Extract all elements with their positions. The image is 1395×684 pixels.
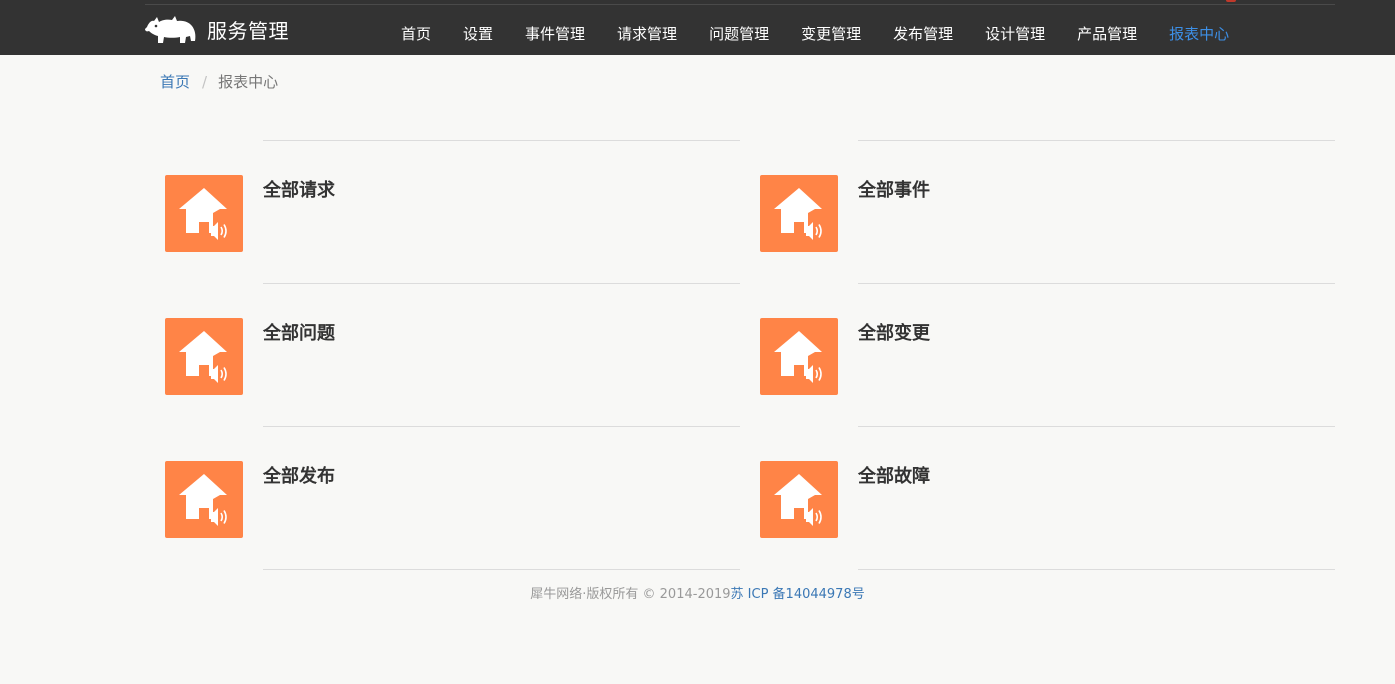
breadcrumb-current: 报表中心 [218,73,279,91]
nav-item-report-center[interactable]: 报表中心 [1153,0,1245,55]
report-card-all-problems[interactable]: 全部问题 [165,283,740,426]
top-navbar: 服务管理 首页 设置 事件管理 请求管理 问题管理 变更管理 发布管理 设计管理… [0,0,1395,55]
grid-bottom-divider-right [858,569,1335,570]
nav-item-request-management[interactable]: 请求管理 [601,0,693,55]
nav-item-product-management[interactable]: 产品管理 [1061,0,1153,55]
house-speaker-icon[interactable] [165,461,243,538]
card-divider [858,283,1335,284]
report-title[interactable]: 全部变更 [858,319,930,345]
report-card-all-faults[interactable]: 全部故障 [760,426,1335,569]
nav-item-home[interactable]: 首页 [385,0,447,55]
card-divider [263,426,740,427]
breadcrumb-home-link[interactable]: 首页 [160,71,190,92]
nav-item-change-management[interactable]: 变更管理 [785,0,877,55]
report-title[interactable]: 全部事件 [858,176,930,202]
nav-item-release-management[interactable]: 发布管理 [877,0,969,55]
breadcrumb-separator: / [202,72,208,91]
report-title[interactable]: 全部请求 [263,176,335,202]
nav-item-incident-management[interactable]: 事件管理 [509,0,601,55]
report-card-all-requests[interactable]: 全部请求 [165,140,740,283]
card-divider [263,283,740,284]
house-speaker-icon[interactable] [760,318,838,395]
report-title[interactable]: 全部故障 [858,462,930,488]
brand[interactable]: 服务管理 [145,12,289,46]
card-divider [858,140,1335,141]
nav-item-settings[interactable]: 设置 [447,0,509,55]
house-speaker-icon[interactable] [165,318,243,395]
house-speaker-icon[interactable] [165,175,243,252]
nav-item-design-management[interactable]: 设计管理 [969,0,1061,55]
rhino-logo-icon [145,13,197,45]
card-divider [263,140,740,141]
breadcrumb: 首页 / 报表中心 [160,71,278,92]
report-title[interactable]: 全部问题 [263,319,335,345]
card-divider [858,426,1335,427]
grid-bottom-divider-left [263,569,740,570]
brand-name: 服务管理 [207,18,289,43]
report-card-all-releases[interactable]: 全部发布 [165,426,740,569]
report-card-all-changes[interactable]: 全部变更 [760,283,1335,426]
footer: 犀牛网络·版权所有 © 2014-2019苏 ICP 备14044978号 [0,583,1395,602]
report-title[interactable]: 全部发布 [263,462,335,488]
house-speaker-icon[interactable] [760,461,838,538]
footer-icp-link[interactable]: 苏 ICP 备14044978号 [731,587,865,602]
report-card-all-incidents[interactable]: 全部事件 [760,140,1335,283]
nav-item-problem-management[interactable]: 问题管理 [693,0,785,55]
footer-copyright: 犀牛网络·版权所有 © 2014-2019 [530,587,731,602]
main-nav: 首页 设置 事件管理 请求管理 问题管理 变更管理 发布管理 设计管理 产品管理… [385,0,1245,55]
house-speaker-icon[interactable] [760,175,838,252]
